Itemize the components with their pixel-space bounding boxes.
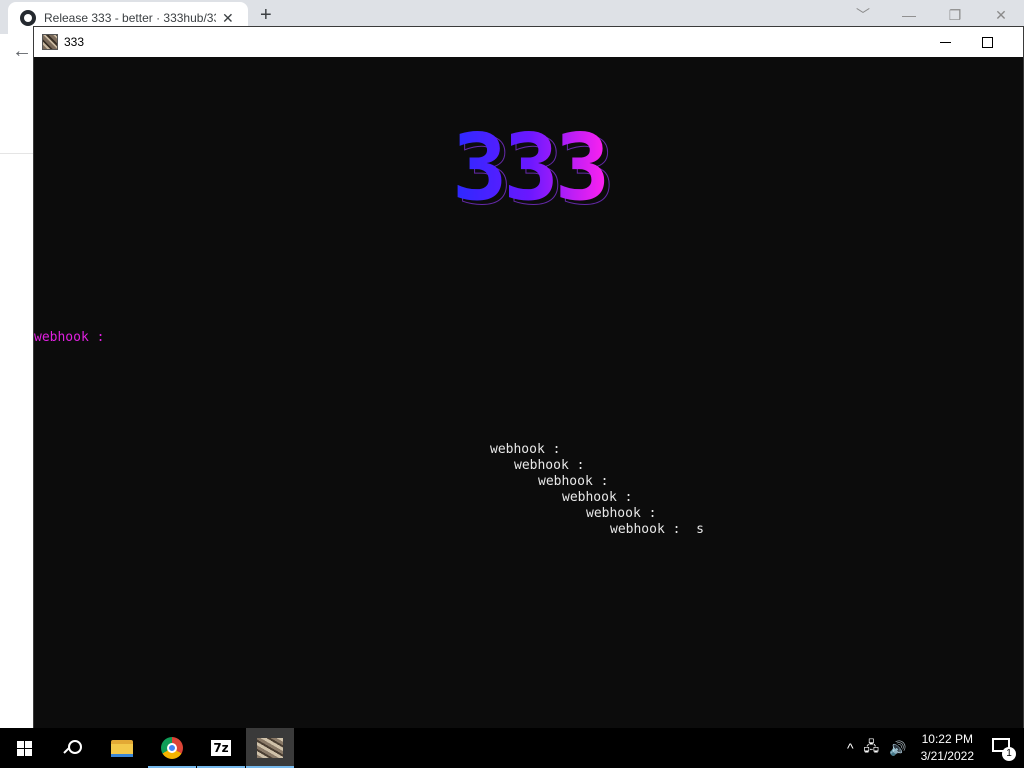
console-titlebar[interactable]: 333 — [34, 27, 1023, 57]
github-icon — [20, 10, 36, 26]
clock-date: 3/21/2022 — [920, 749, 974, 763]
folder-icon — [111, 739, 133, 757]
notification-badge: 1 — [1002, 747, 1016, 761]
console-output[interactable]: 333 333 webhook : webhook : webhook : we… — [34, 57, 1023, 729]
volume-icon[interactable]: 🔊 — [889, 740, 906, 757]
maximize-icon[interactable] — [982, 37, 993, 48]
app-icon — [257, 738, 283, 758]
minimize-icon[interactable] — [940, 42, 951, 43]
network-icon[interactable]: 🖧 — [864, 736, 880, 760]
search-icon — [64, 740, 82, 756]
tab-close-icon[interactable]: ✕ — [222, 10, 234, 27]
staircase-line: webhook : — [514, 458, 585, 473]
staircase-line: webhook : — [586, 506, 657, 521]
search-button[interactable] — [48, 728, 96, 768]
7zip-button[interactable]: 7z — [197, 728, 245, 768]
staircase-line: webhook : — [490, 442, 561, 457]
logo-333: 333 333 — [452, 117, 616, 211]
staircase-line: webhook : — [562, 490, 633, 505]
browser-tab-title: Release 333 - better · 333hub/33 — [44, 11, 216, 25]
windows-icon — [16, 740, 32, 756]
app-icon — [42, 34, 58, 50]
clock-time: 10:22 PM — [921, 732, 973, 746]
staircase-line: webhook : — [538, 474, 609, 489]
notification-button[interactable]: 1 — [992, 738, 1016, 761]
clock[interactable]: 10:22 PM 3/21/2022 — [921, 731, 974, 765]
chrome-button[interactable] — [148, 728, 196, 768]
staircase-line: webhook : s — [610, 522, 704, 537]
taskbar: 7z ^ 🖧 🔊 10:22 PM 3/21/2022 1 — [0, 728, 1024, 768]
file-explorer-button[interactable] — [98, 728, 146, 768]
divider — [0, 153, 34, 154]
back-arrow-icon[interactable]: ← — [12, 40, 32, 63]
333-app-button[interactable] — [246, 728, 294, 768]
chrome-icon — [161, 737, 183, 759]
prompt-label: webhook : — [34, 330, 105, 345]
7zip-icon: 7z — [210, 739, 232, 757]
start-button[interactable] — [0, 728, 48, 768]
chevron-up-icon[interactable]: ^ — [847, 740, 854, 756]
console-title: 333 — [64, 35, 85, 49]
new-tab-button[interactable]: + — [260, 4, 272, 27]
logo-text: 333 — [452, 117, 606, 211]
console-window: 333 333 333 webhook : webhook : webhook … — [33, 26, 1024, 729]
system-tray: ^ 🖧 🔊 10:22 PM 3/21/2022 1 — [847, 728, 1024, 768]
